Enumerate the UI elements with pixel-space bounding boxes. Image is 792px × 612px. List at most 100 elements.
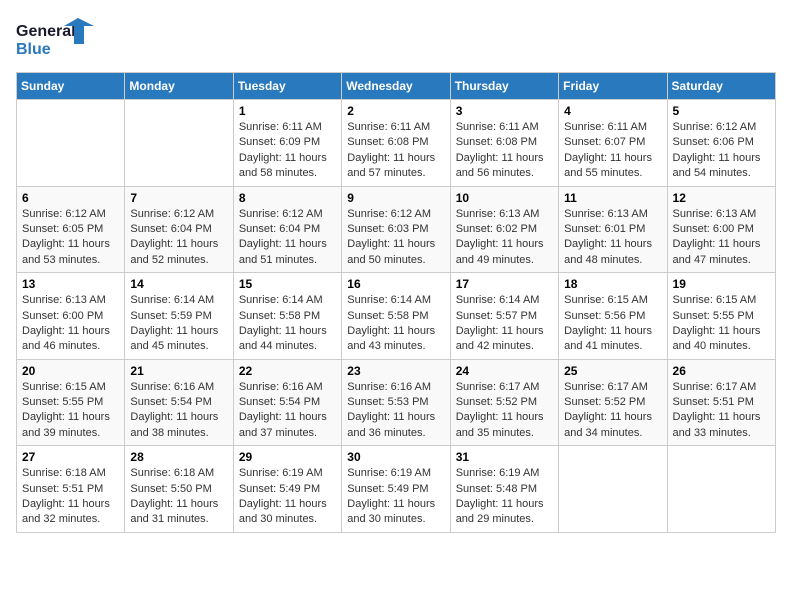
day-info: Sunrise: 6:12 AMSunset: 6:04 PMDaylight:… — [130, 207, 227, 269]
day-number: 2 — [347, 104, 444, 118]
day-number: 19 — [673, 277, 770, 291]
day-info: Sunrise: 6:12 AMSunset: 6:05 PMDaylight:… — [22, 207, 119, 269]
day-number: 8 — [239, 191, 336, 205]
day-info: Sunrise: 6:19 AMSunset: 5:48 PMDaylight:… — [456, 466, 553, 528]
header-day: Monday — [125, 73, 233, 100]
calendar-cell: 6 Sunrise: 6:12 AMSunset: 6:05 PMDaylight… — [17, 186, 125, 273]
calendar-cell — [667, 446, 775, 533]
calendar-cell: 25 Sunrise: 6:17 AMSunset: 5:52 PMDayligh… — [559, 359, 667, 446]
day-info: Sunrise: 6:12 AMSunset: 6:06 PMDaylight:… — [673, 120, 770, 182]
calendar-header: SundayMondayTuesdayWednesdayThursdayFrid… — [17, 73, 776, 100]
header-day: Sunday — [17, 73, 125, 100]
logo-svg: GeneralBlue — [16, 16, 96, 60]
day-number: 30 — [347, 450, 444, 464]
day-info: Sunrise: 6:14 AMSunset: 5:58 PMDaylight:… — [239, 293, 336, 355]
calendar-cell: 3 Sunrise: 6:11 AMSunset: 6:08 PMDaylight… — [450, 100, 558, 187]
calendar-cell: 23 Sunrise: 6:16 AMSunset: 5:53 PMDayligh… — [342, 359, 450, 446]
day-info: Sunrise: 6:14 AMSunset: 5:57 PMDaylight:… — [456, 293, 553, 355]
day-number: 26 — [673, 364, 770, 378]
day-number: 9 — [347, 191, 444, 205]
day-info: Sunrise: 6:19 AMSunset: 5:49 PMDaylight:… — [239, 466, 336, 528]
svg-text:Blue: Blue — [16, 41, 51, 58]
day-info: Sunrise: 6:17 AMSunset: 5:52 PMDaylight:… — [564, 380, 661, 442]
calendar-cell: 24 Sunrise: 6:17 AMSunset: 5:52 PMDayligh… — [450, 359, 558, 446]
day-number: 25 — [564, 364, 661, 378]
day-info: Sunrise: 6:19 AMSunset: 5:49 PMDaylight:… — [347, 466, 444, 528]
day-number: 29 — [239, 450, 336, 464]
day-number: 11 — [564, 191, 661, 205]
calendar-cell: 14Sunrise: 6:14 AMSunset: 5:59 PMDayligh… — [125, 273, 233, 360]
day-info: Sunrise: 6:12 AMSunset: 6:04 PMDaylight:… — [239, 207, 336, 269]
calendar-cell: 1 Sunrise: 6:11 AMSunset: 6:09 PMDaylight… — [233, 100, 341, 187]
calendar-cell: 8 Sunrise: 6:12 AMSunset: 6:04 PMDaylight… — [233, 186, 341, 273]
calendar-week-row: 1 Sunrise: 6:11 AMSunset: 6:09 PMDaylight… — [17, 100, 776, 187]
header-day: Thursday — [450, 73, 558, 100]
calendar-cell: 26 Sunrise: 6:17 AMSunset: 5:51 PMDayligh… — [667, 359, 775, 446]
day-info: Sunrise: 6:13 AMSunset: 6:01 PMDaylight:… — [564, 207, 661, 269]
day-info: Sunrise: 6:13 AMSunset: 6:02 PMDaylight:… — [456, 207, 553, 269]
day-info: Sunrise: 6:14 AMSunset: 5:59 PMDaylight:… — [130, 293, 227, 355]
calendar-cell: 29 Sunrise: 6:19 AMSunset: 5:49 PMDayligh… — [233, 446, 341, 533]
calendar-cell: 22 Sunrise: 6:16 AMSunset: 5:54 PMDayligh… — [233, 359, 341, 446]
calendar-cell: 27Sunrise: 6:18 AMSunset: 5:51 PMDayligh… — [17, 446, 125, 533]
day-number: 4 — [564, 104, 661, 118]
calendar-cell: 2 Sunrise: 6:11 AMSunset: 6:08 PMDaylight… — [342, 100, 450, 187]
calendar-cell — [559, 446, 667, 533]
day-number: 16 — [347, 277, 444, 291]
day-number: 15 — [239, 277, 336, 291]
day-number: 21 — [130, 364, 227, 378]
page-header: GeneralBlue — [16, 16, 776, 60]
header-day: Saturday — [667, 73, 775, 100]
header-day: Tuesday — [233, 73, 341, 100]
day-info: Sunrise: 6:15 AMSunset: 5:55 PMDaylight:… — [673, 293, 770, 355]
day-info: Sunrise: 6:12 AMSunset: 6:03 PMDaylight:… — [347, 207, 444, 269]
calendar-cell: 12 Sunrise: 6:13 AMSunset: 6:00 PMDayligh… — [667, 186, 775, 273]
day-number: 31 — [456, 450, 553, 464]
day-info: Sunrise: 6:16 AMSunset: 5:54 PMDaylight:… — [239, 380, 336, 442]
day-info: Sunrise: 6:17 AMSunset: 5:51 PMDaylight:… — [673, 380, 770, 442]
calendar-week-row: 6 Sunrise: 6:12 AMSunset: 6:05 PMDaylight… — [17, 186, 776, 273]
day-number: 28 — [130, 450, 227, 464]
day-info: Sunrise: 6:13 AMSunset: 6:00 PMDaylight:… — [22, 293, 119, 355]
calendar-cell: 16 Sunrise: 6:14 AMSunset: 5:58 PMDayligh… — [342, 273, 450, 360]
day-number: 5 — [673, 104, 770, 118]
day-info: Sunrise: 6:11 AMSunset: 6:08 PMDaylight:… — [456, 120, 553, 182]
day-number: 7 — [130, 191, 227, 205]
day-number: 3 — [456, 104, 553, 118]
day-info: Sunrise: 6:16 AMSunset: 5:53 PMDaylight:… — [347, 380, 444, 442]
calendar-cell: 31 Sunrise: 6:19 AMSunset: 5:48 PMDayligh… — [450, 446, 558, 533]
calendar-cell: 19 Sunrise: 6:15 AMSunset: 5:55 PMDayligh… — [667, 273, 775, 360]
day-number: 1 — [239, 104, 336, 118]
day-info: Sunrise: 6:11 AMSunset: 6:08 PMDaylight:… — [347, 120, 444, 182]
day-number: 23 — [347, 364, 444, 378]
day-number: 24 — [456, 364, 553, 378]
day-info: Sunrise: 6:17 AMSunset: 5:52 PMDaylight:… — [456, 380, 553, 442]
calendar-cell: 13Sunrise: 6:13 AMSunset: 6:00 PMDayligh… — [17, 273, 125, 360]
day-number: 6 — [22, 191, 119, 205]
day-info: Sunrise: 6:18 AMSunset: 5:50 PMDaylight:… — [130, 466, 227, 528]
calendar-cell: 5 Sunrise: 6:12 AMSunset: 6:06 PMDaylight… — [667, 100, 775, 187]
calendar-body: 1 Sunrise: 6:11 AMSunset: 6:09 PMDaylight… — [17, 100, 776, 533]
header-day: Wednesday — [342, 73, 450, 100]
logo: GeneralBlue — [16, 16, 96, 60]
calendar-cell: 15 Sunrise: 6:14 AMSunset: 5:58 PMDayligh… — [233, 273, 341, 360]
calendar-cell: 28 Sunrise: 6:18 AMSunset: 5:50 PMDayligh… — [125, 446, 233, 533]
calendar-cell: 10Sunrise: 6:13 AMSunset: 6:02 PMDayligh… — [450, 186, 558, 273]
day-info: Sunrise: 6:13 AMSunset: 6:00 PMDaylight:… — [673, 207, 770, 269]
calendar-cell: 30 Sunrise: 6:19 AMSunset: 5:49 PMDayligh… — [342, 446, 450, 533]
calendar-week-row: 20Sunrise: 6:15 AMSunset: 5:55 PMDayligh… — [17, 359, 776, 446]
calendar-cell: 9 Sunrise: 6:12 AMSunset: 6:03 PMDaylight… — [342, 186, 450, 273]
day-info: Sunrise: 6:11 AMSunset: 6:09 PMDaylight:… — [239, 120, 336, 182]
day-info: Sunrise: 6:14 AMSunset: 5:58 PMDaylight:… — [347, 293, 444, 355]
day-info: Sunrise: 6:18 AMSunset: 5:51 PMDaylight:… — [22, 466, 119, 528]
header-row: SundayMondayTuesdayWednesdayThursdayFrid… — [17, 73, 776, 100]
calendar-week-row: 27Sunrise: 6:18 AMSunset: 5:51 PMDayligh… — [17, 446, 776, 533]
calendar-cell: 7 Sunrise: 6:12 AMSunset: 6:04 PMDaylight… — [125, 186, 233, 273]
calendar-cell — [17, 100, 125, 187]
day-number: 12 — [673, 191, 770, 205]
calendar-cell: 18Sunrise: 6:15 AMSunset: 5:56 PMDayligh… — [559, 273, 667, 360]
day-number: 22 — [239, 364, 336, 378]
day-number: 20 — [22, 364, 119, 378]
header-day: Friday — [559, 73, 667, 100]
calendar-cell — [125, 100, 233, 187]
